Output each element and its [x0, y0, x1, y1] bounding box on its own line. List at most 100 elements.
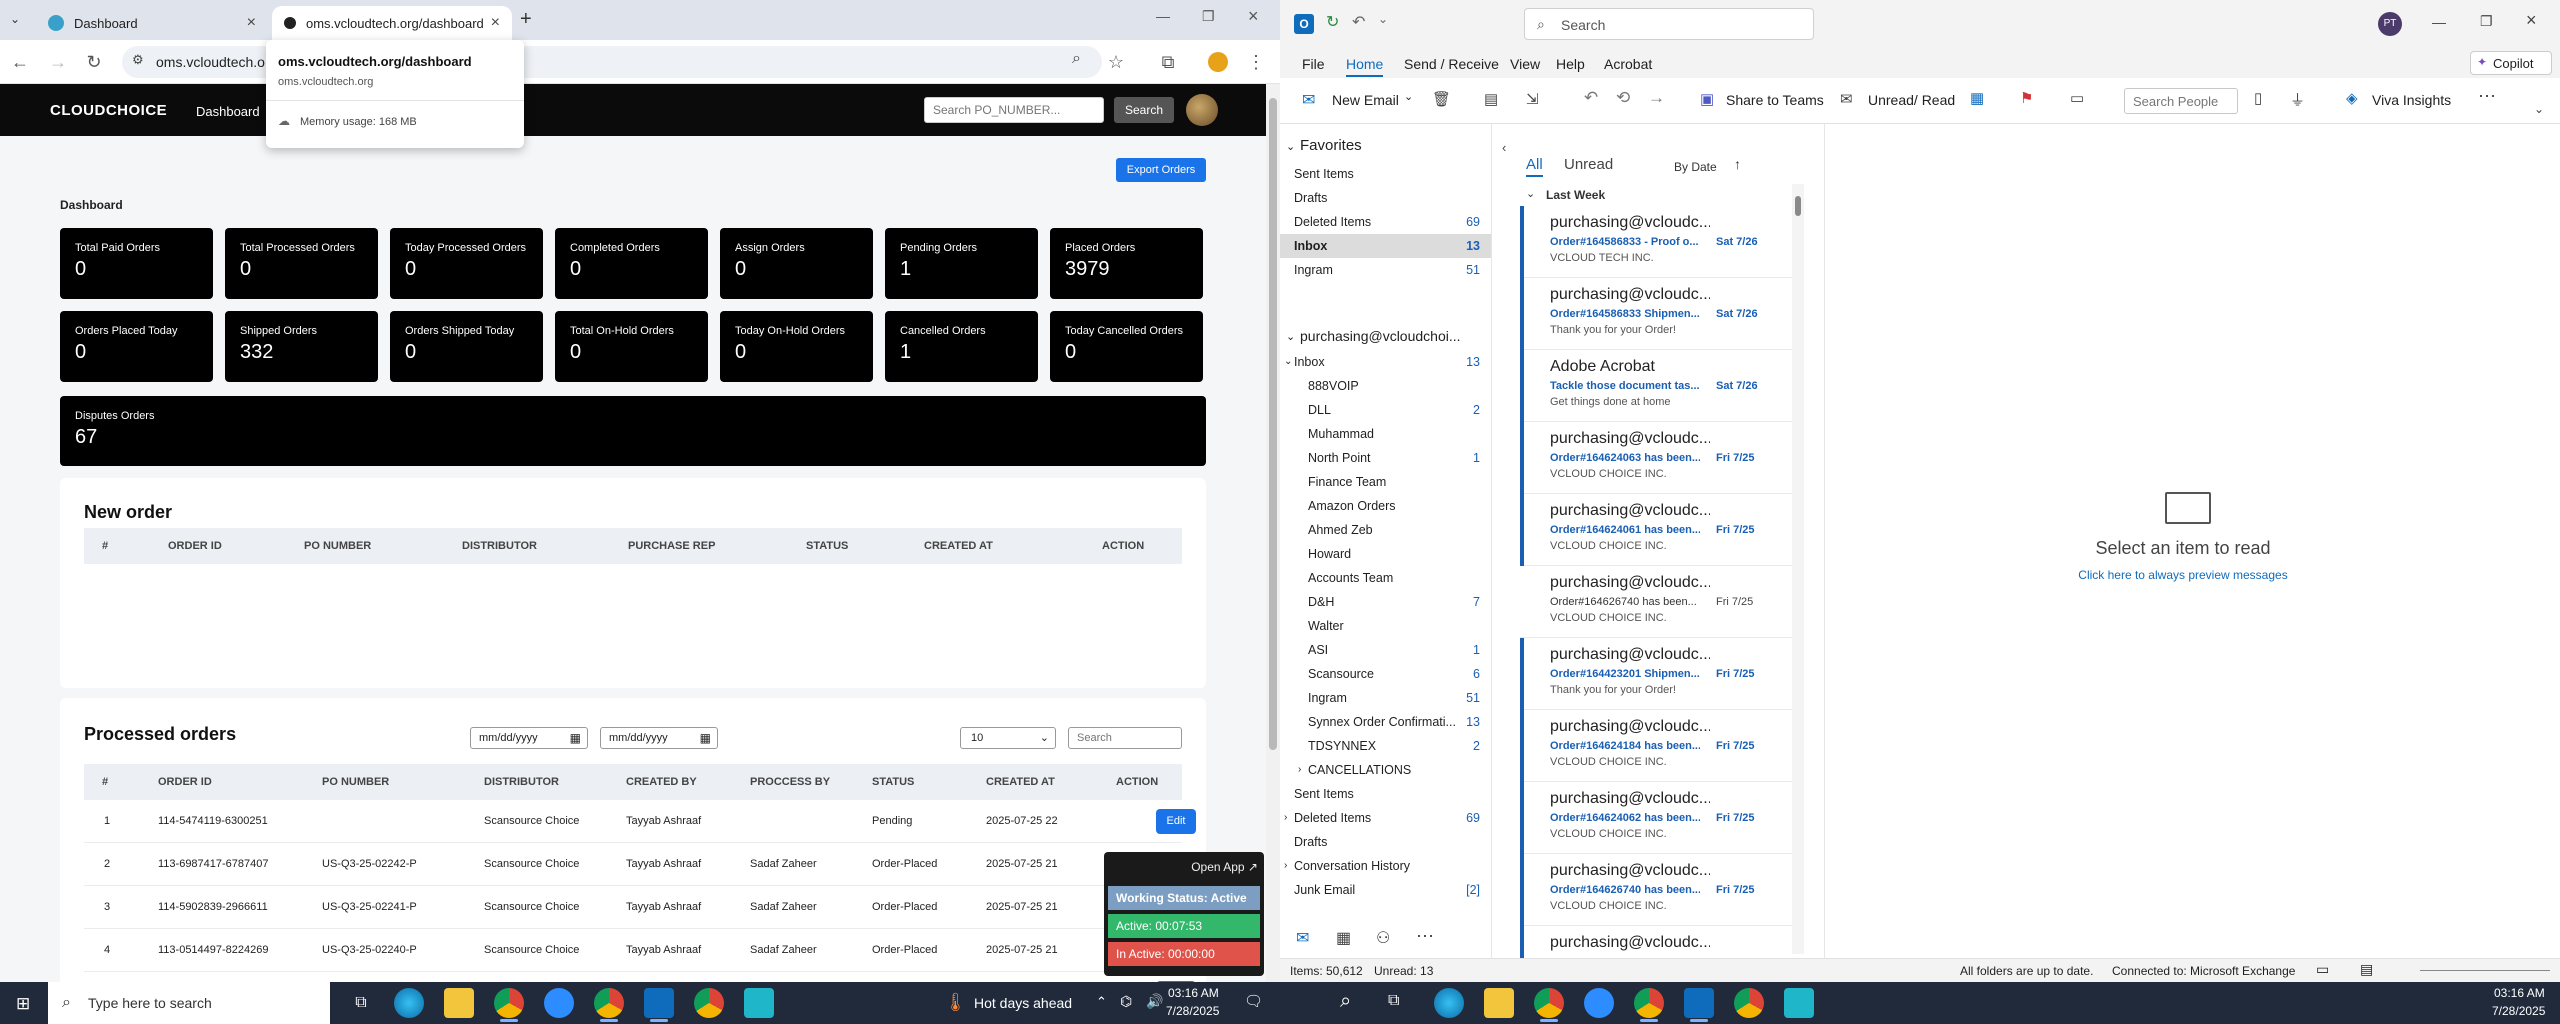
- stat-card[interactable]: Today Cancelled Orders 0: [1050, 311, 1203, 382]
- chrome-taskbar-icon-3[interactable]: [1734, 988, 1764, 1018]
- stat-card[interactable]: Pending Orders 1: [885, 228, 1038, 299]
- folder-item[interactable]: Muhammad: [1280, 422, 1491, 446]
- stat-card[interactable]: Total On-Hold Orders 0: [555, 311, 708, 382]
- expand-icon[interactable]: ›: [1284, 812, 1287, 823]
- collapse-ribbon-icon[interactable]: ⌄: [2534, 102, 2544, 116]
- menu-view[interactable]: View: [1510, 56, 1540, 72]
- scroll-thumb[interactable]: [1269, 98, 1277, 750]
- folder-item[interactable]: Scansource 6: [1280, 662, 1491, 686]
- app-icon[interactable]: [744, 988, 774, 1018]
- message-item[interactable]: purchasing@vcloudc... Order#164586833 - P…: [1520, 206, 1792, 278]
- stat-card[interactable]: Assign Orders 0: [720, 228, 873, 299]
- edge-icon[interactable]: [1434, 988, 1464, 1018]
- end-date-input[interactable]: mm/dd/yyyy ▦: [600, 727, 718, 749]
- address-book-icon[interactable]: ▯: [2254, 89, 2262, 107]
- unread-read-button[interactable]: Unread/ Read: [1868, 92, 1955, 108]
- calendar-icon[interactable]: ▦: [1336, 928, 1351, 948]
- chrome-taskbar-icon-3[interactable]: [694, 988, 724, 1018]
- file-explorer-icon[interactable]: [444, 988, 474, 1018]
- folder-item[interactable]: Drafts: [1280, 830, 1491, 854]
- collapse-icon[interactable]: ⌄: [1284, 356, 1292, 367]
- folder-item[interactable]: Walter: [1280, 614, 1491, 638]
- folder-item[interactable]: Synnex Order Confirmati... 13: [1280, 710, 1491, 734]
- undo-icon[interactable]: ↶: [1352, 12, 1365, 32]
- mail-icon[interactable]: ✉: [1296, 928, 1309, 948]
- edit-button[interactable]: Edit: [1156, 809, 1196, 834]
- list-scrollbar[interactable]: [1792, 184, 1804, 954]
- message-item[interactable]: purchasing@vcloudc... Order#164624062 has…: [1520, 782, 1792, 854]
- user-avatar[interactable]: [1186, 94, 1218, 126]
- reply-all-icon[interactable]: ⟲: [1616, 88, 1630, 108]
- favorite-folder[interactable]: Drafts: [1280, 186, 1491, 210]
- people-icon[interactable]: ⚇: [1376, 928, 1390, 948]
- message-item[interactable]: purchasing@vcloudc... Order#164624184 has…: [1520, 710, 1792, 782]
- group-collapse-icon[interactable]: ⌄: [1526, 187, 1535, 200]
- collapse-folder-pane-icon[interactable]: ‹: [1502, 140, 1506, 155]
- account-header[interactable]: ⌄ purchasing@vcloudchoi...: [1280, 324, 1491, 348]
- windows-start-icon[interactable]: ⊞: [16, 994, 30, 1014]
- sync-icon[interactable]: ↻: [1326, 12, 1339, 32]
- folder-item[interactable]: Accounts Team: [1280, 566, 1491, 590]
- close-window-icon[interactable]: ×: [1248, 6, 1259, 27]
- stat-card[interactable]: Total Processed Orders 0: [225, 228, 378, 299]
- account-avatar[interactable]: PT: [2378, 12, 2402, 36]
- tab-dashboard[interactable]: Dashboard ×: [36, 6, 268, 40]
- preview-messages-link[interactable]: Click here to always preview messages: [1825, 568, 2541, 582]
- zoom-app-icon[interactable]: [1584, 988, 1614, 1018]
- more-options-icon[interactable]: ⋯: [2478, 86, 2496, 107]
- favorite-folder[interactable]: Sent Items: [1280, 162, 1491, 186]
- task-view-icon[interactable]: ⧉: [1388, 992, 1399, 1010]
- list-scroll-thumb[interactable]: [1795, 196, 1801, 216]
- new-tab-icon[interactable]: +: [520, 8, 532, 31]
- extensions-icon[interactable]: ⧉: [1156, 50, 1180, 74]
- clock-date-2[interactable]: 7/28/2025: [2492, 1004, 2545, 1018]
- tray-chevron-icon[interactable]: ⌃: [1096, 994, 1107, 1010]
- zoom-slider[interactable]: [2420, 970, 2550, 971]
- app-icon[interactable]: [1784, 988, 1814, 1018]
- reply-icon[interactable]: ↶: [1584, 88, 1598, 108]
- folder-item[interactable]: › CANCELLATIONS: [1280, 758, 1491, 782]
- taskbar-search[interactable]: ⌕ Type here to search: [48, 982, 330, 1024]
- stat-card[interactable]: Today Processed Orders 0: [390, 228, 543, 299]
- message-item[interactable]: purchasing@vcloudc... Order#164586833 Shi…: [1520, 278, 1792, 350]
- chrome-taskbar-icon[interactable]: [494, 988, 524, 1022]
- cloudchoice-logo[interactable]: CLOUDCHOICE: [50, 102, 167, 119]
- page-scrollbar[interactable]: [1266, 84, 1280, 982]
- restore-icon[interactable]: ❐: [1202, 8, 1215, 25]
- tab-oms-dashboard[interactable]: oms.vcloudtech.org/dashboard ×: [272, 6, 512, 40]
- folder-item[interactable]: Amazon Orders: [1280, 494, 1491, 518]
- folder-item[interactable]: Junk Email [2]: [1280, 878, 1491, 902]
- archive-icon[interactable]: ▤: [1484, 90, 1498, 108]
- favorite-folder[interactable]: Ingram 51: [1280, 258, 1491, 282]
- menu-file[interactable]: File: [1302, 56, 1325, 72]
- stat-card[interactable]: Total Paid Orders 0: [60, 228, 213, 299]
- search-people-input[interactable]: Search People: [2124, 88, 2238, 114]
- po-search-button[interactable]: Search: [1114, 97, 1174, 123]
- folder-item[interactable]: Sent Items: [1280, 782, 1491, 806]
- weather-text[interactable]: Hot days ahead: [974, 995, 1072, 1011]
- folder-item[interactable]: Finance Team: [1280, 470, 1491, 494]
- expand-icon[interactable]: ›: [1298, 764, 1301, 775]
- zoom-app-icon[interactable]: [544, 988, 574, 1018]
- folder-item[interactable]: North Point 1: [1280, 446, 1491, 470]
- stat-card[interactable]: Placed Orders 3979: [1050, 228, 1203, 299]
- forward-icon[interactable]: →: [1648, 88, 1665, 108]
- stat-card[interactable]: Today On-Hold Orders 0: [720, 311, 873, 382]
- restore-icon[interactable]: ❐: [2480, 13, 2493, 30]
- clock-date[interactable]: 7/28/2025: [1166, 1004, 1219, 1018]
- flag-icon[interactable]: ⚑: [2020, 89, 2033, 107]
- expand-icon[interactable]: ›: [1284, 860, 1287, 871]
- volume-icon[interactable]: 🔊: [1146, 993, 1163, 1010]
- back-icon[interactable]: ←: [8, 50, 32, 74]
- more-apps-icon[interactable]: ⋯: [1416, 926, 1434, 947]
- folder-item[interactable]: ⌄ Inbox 13: [1280, 350, 1491, 374]
- site-info-icon[interactable]: ⚙: [132, 52, 144, 68]
- stat-card[interactable]: Shipped Orders 332: [225, 311, 378, 382]
- folder-item[interactable]: DLL 2: [1280, 398, 1491, 422]
- normal-view-icon[interactable]: ▭: [2316, 961, 2329, 978]
- menu-home[interactable]: Home: [1346, 56, 1384, 77]
- stat-card[interactable]: Orders Placed Today 0: [60, 311, 213, 382]
- reading-view-icon[interactable]: ▤: [2360, 961, 2373, 978]
- zoom-icon[interactable]: ⌕: [1072, 50, 1081, 68]
- reload-icon[interactable]: ↻: [82, 50, 106, 74]
